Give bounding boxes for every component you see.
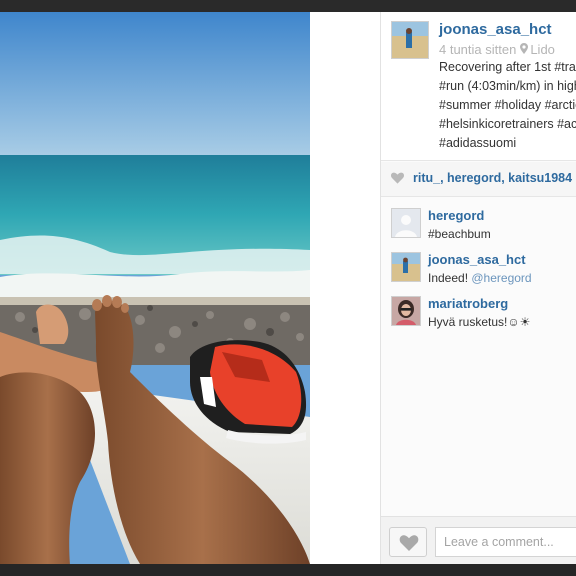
author-avatar[interactable] — [391, 21, 429, 59]
post-location[interactable]: Lido — [530, 42, 555, 57]
comment-username[interactable]: heregord — [428, 208, 484, 223]
comment-input[interactable] — [435, 527, 576, 557]
backdrop-bottom-strip — [0, 564, 576, 576]
caption-line: #helsinkicoretrainers #ac — [439, 117, 576, 131]
heart-icon — [399, 535, 419, 551]
comment-username[interactable]: mariatroberg — [428, 296, 508, 311]
comment-text: Hyvä rusketus!☺☀ — [428, 315, 531, 329]
comment-text: Indeed! @heregord — [428, 271, 532, 285]
caption-line: Recovering after 1st #trai — [439, 60, 576, 74]
comment-username[interactable]: joonas_asa_hct — [428, 252, 526, 267]
location-pin-icon — [520, 42, 529, 57]
post-photo[interactable] — [0, 12, 310, 564]
comment-item: mariatroberg Hyvä rusketus!☺☀ — [381, 290, 576, 334]
backdrop-top-strip — [0, 0, 576, 12]
lightbox-gap — [310, 12, 380, 564]
post-side-panel: joonas_asa_hct 4 tuntia sitten Lido Recov… — [380, 12, 576, 564]
post-header: joonas_asa_hct 4 tuntia sitten Lido Recov… — [381, 12, 576, 161]
like-button[interactable] — [389, 527, 427, 557]
comment-item: heregord #beachbum — [381, 202, 576, 246]
comment-text: #beachbum — [428, 227, 491, 241]
commenter-avatar[interactable] — [391, 296, 421, 326]
caption-line: #summer #holiday #arctic — [439, 98, 576, 112]
liker-names[interactable]: ritu_, heregord, kaitsu1984 — [413, 171, 572, 185]
post-caption: Recovering after 1st #trai #run (4:03min… — [439, 58, 576, 153]
author-username[interactable]: joonas_asa_hct — [439, 21, 552, 38]
comment-text-body: Indeed! — [428, 271, 472, 285]
comment-mention[interactable]: @heregord — [471, 271, 531, 285]
commenter-avatar[interactable] — [391, 208, 421, 238]
caption-line: #run (4:03min/km) in high — [439, 79, 576, 93]
comment-composer — [381, 516, 576, 564]
likes-row: ritu_, heregord, kaitsu1984 — [381, 162, 576, 197]
commenter-avatar[interactable] — [391, 252, 421, 282]
post-meta: 4 tuntia sitten Lido — [439, 42, 555, 57]
post-time[interactable]: 4 tuntia sitten — [439, 42, 516, 57]
comment-item: joonas_asa_hct Indeed! @heregord — [381, 246, 576, 290]
caption-line: #adidassuomi — [439, 136, 517, 150]
heart-icon — [391, 172, 404, 184]
